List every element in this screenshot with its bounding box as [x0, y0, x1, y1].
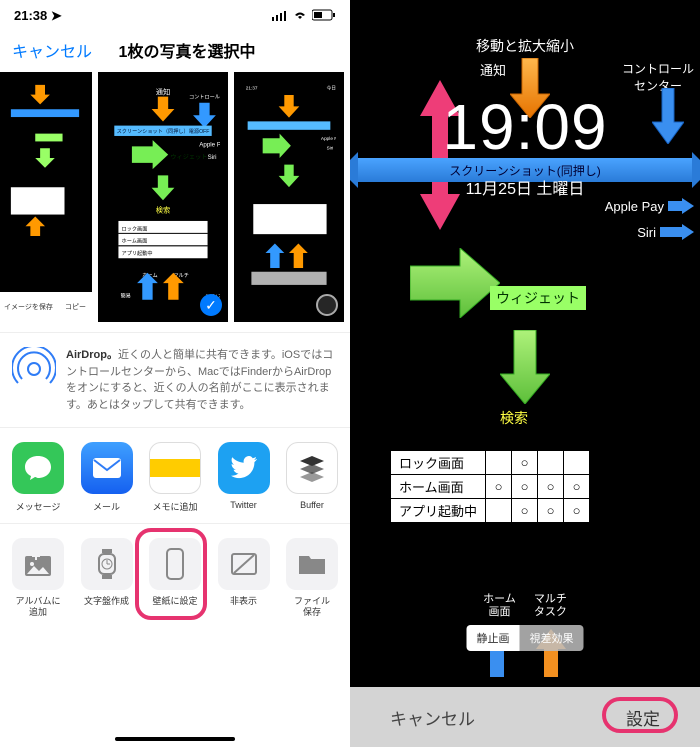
watch-icon: [81, 538, 133, 590]
app-row: メッセージ メール メモに追加 Twitter Bu: [0, 428, 350, 524]
location-icon: ➤: [51, 8, 62, 23]
multi-label: マルチ タスク: [534, 593, 567, 619]
signal-icon: [272, 9, 288, 24]
green-right-arrow-icon: [410, 248, 500, 318]
svg-text:簡易: 簡易: [121, 292, 131, 300]
svg-text:Apple Pay: Apple Pay: [321, 136, 336, 141]
svg-text:Apple Pay: Apple Pay: [199, 141, 220, 148]
lock-date: 11月25日 土曜日: [350, 175, 700, 199]
cancel-button[interactable]: キャンセル: [12, 38, 92, 62]
airdrop-icon: [12, 347, 56, 391]
home-multi-labels: ホーム 画面 マルチ タスク: [350, 593, 700, 619]
twitter-app[interactable]: Twitter: [212, 442, 276, 513]
status-bar: 21:38 ➤: [0, 0, 350, 32]
app-label: メモに追加: [143, 500, 207, 513]
airdrop-section[interactable]: AirDrop。近くの人と簡単に共有できます。iOSではコントロールセンターから…: [0, 332, 350, 428]
search-label: 検索: [500, 408, 528, 428]
message-app[interactable]: メッセージ: [6, 442, 70, 513]
share-sheet-panel: 21:38 ➤ キャンセル 1枚の写真を選択中: [0, 0, 350, 747]
share-header: キャンセル 1枚の写真を選択中: [0, 32, 350, 70]
thumbnail-row[interactable]: イメージを保存 コピー 通知 コントロール スクリーンショット（同押し）電源OF…: [0, 70, 350, 326]
svg-text:検索: 検索: [156, 206, 171, 215]
still-pill[interactable]: 静止画: [467, 625, 520, 651]
highlight-wallpaper: [135, 528, 207, 620]
svg-text:アプリ起動中: アプリ起動中: [122, 249, 153, 257]
action-label: 非表示: [212, 596, 276, 607]
status-icons: [272, 9, 336, 24]
mail-app[interactable]: メール: [75, 442, 139, 513]
cancel-button[interactable]: キャンセル: [390, 705, 475, 730]
selected-check-icon[interactable]: ✓: [200, 294, 222, 316]
airdrop-text: AirDrop。近くの人と簡単に共有できます。iOSではコントロールセンターから…: [66, 347, 338, 413]
home-indicator[interactable]: [115, 737, 235, 741]
perspective-toggle[interactable]: 静止画 視差効果: [467, 625, 584, 651]
message-icon: [12, 442, 64, 494]
home-label: ホーム 画面: [483, 593, 516, 619]
album-icon: [12, 538, 64, 590]
svg-text:21:37: 21:37: [246, 85, 258, 90]
action-label: 文字盤作成: [75, 596, 139, 607]
svg-text:ウィジェット: ウィジェット: [170, 153, 207, 161]
svg-text:Siri: Siri: [327, 146, 334, 151]
svg-text:ホーム画面: ホーム画面: [122, 238, 148, 245]
applepay-label: Apple Pay: [605, 198, 694, 214]
folder-icon: [286, 538, 338, 590]
svg-text:Siri: Siri: [208, 154, 217, 161]
buffer-app[interactable]: Buffer: [280, 442, 344, 513]
battery-icon: [312, 9, 336, 24]
app-label: メール: [75, 500, 139, 513]
svg-text:ロック画面: ロック画面: [122, 225, 148, 232]
notes-icon: [149, 442, 201, 494]
wallpaper-preview-panel: 移動と拡大縮小 通知 コントロール センター 19:09 スクリーンショット(同…: [350, 0, 700, 747]
create-watchface[interactable]: 文字盤作成: [75, 538, 139, 618]
copy-label[interactable]: コピー: [65, 302, 86, 312]
page-title: 1枚の写真を選択中: [92, 38, 282, 62]
perspective-pill[interactable]: 視差効果: [520, 625, 584, 651]
feature-table: ロック画面○ ホーム画面○○○○ アプリ起動中○○○: [390, 450, 590, 523]
action-row: アルバムに 追加 文字盤作成 壁紙に設定 非表示 ファイル 保存: [0, 524, 350, 628]
notify-label: 通知: [480, 60, 506, 79]
status-time: 21:38 ➤: [14, 8, 62, 24]
thumbnail-1[interactable]: 通知 コントロール スクリーンショット（同押し）電源OFF Apple Pay …: [98, 72, 228, 322]
table-row: アプリ起動中○○○: [391, 499, 590, 523]
thumbnail-0[interactable]: イメージを保存 コピー: [0, 72, 92, 322]
highlight-set: [602, 697, 678, 733]
svg-text:スクリーンショット（同押し）電源OFF: スクリーンショット（同押し）電源OFF: [117, 127, 210, 135]
action-label: ファイル 保存: [280, 596, 344, 618]
table-row: ロック画面○: [391, 451, 590, 475]
table-row: ホーム画面○○○○: [391, 475, 590, 499]
svg-text:今日: 今日: [327, 84, 336, 91]
hide-icon: [218, 538, 270, 590]
app-label: Twitter: [212, 500, 276, 510]
twitter-icon: [218, 442, 270, 494]
buffer-icon: [286, 442, 338, 494]
save-image-label[interactable]: イメージを保存: [4, 302, 53, 312]
mail-icon: [81, 442, 133, 494]
siri-label: Siri: [637, 224, 694, 240]
green-down-arrow-icon: [500, 330, 550, 404]
action-label: アルバムに 追加: [6, 596, 70, 618]
app-label: メッセージ: [6, 500, 70, 513]
add-to-album[interactable]: アルバムに 追加: [6, 538, 70, 618]
hide-button[interactable]: 非表示: [212, 538, 276, 618]
unselected-check-icon[interactable]: [316, 294, 338, 316]
save-file-button[interactable]: ファイル 保存: [280, 538, 344, 618]
svg-text:コントロール: コントロール: [189, 94, 220, 101]
widget-label: ウィジェット: [490, 286, 586, 310]
wifi-icon: [292, 9, 308, 24]
notes-app[interactable]: メモに追加: [143, 442, 207, 513]
blue-right-arrow-icon: [660, 224, 694, 240]
svg-text:通知: 通知: [156, 88, 171, 97]
move-scale-caption: 移動と拡大縮小: [350, 36, 700, 56]
app-label: Buffer: [280, 500, 344, 510]
lock-time: 19:09: [350, 90, 700, 164]
thumbnail-2[interactable]: 21:37 今日 Apple Pay Siri: [234, 72, 344, 322]
blue-right-arrow-icon: [668, 198, 694, 214]
